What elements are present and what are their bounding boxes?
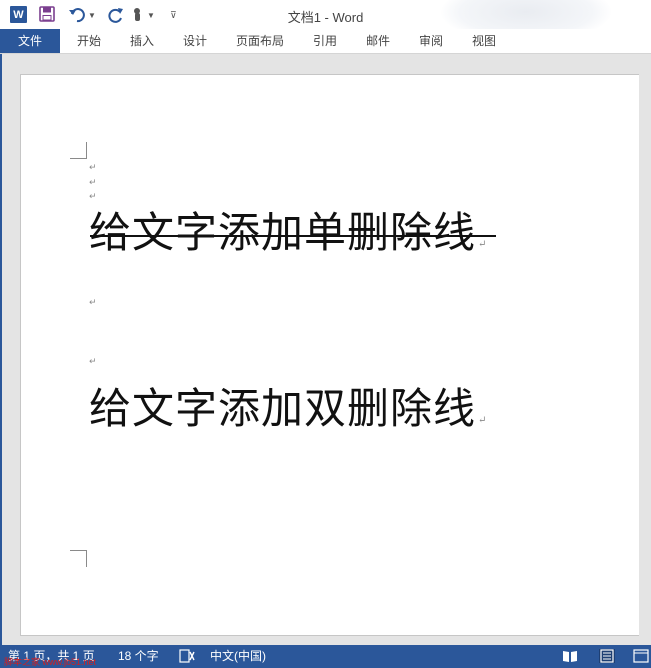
site-watermark: 脚本之家 www.jb51.net [4,657,97,667]
heading-double-text[interactable]: 给文字添加双删除线 [89,384,476,433]
heading-double-strikethrough[interactable]: 给文字添加双删除线 ↵ [89,384,487,446]
tab-file[interactable]: 文件 [0,29,60,53]
tab-page-layout[interactable]: 页面布局 [228,29,292,53]
status-bar: 第 1 页，共 1 页 18 个字 中文(中国) [0,645,651,668]
heading-single-text[interactable]: 给文字添加单删除线 [89,208,476,257]
title-bar: W ▼ ▼ ⊽ 文档1 - Word [0,0,651,29]
paragraph-mark: ↵ [89,162,97,172]
window-title: 文档1 - Word [287,10,364,25]
single-strike-line [90,235,496,237]
paragraph-mark: ↵ [478,415,488,426]
proofing-icon[interactable] [179,649,195,667]
ribbon-tabs: 文件 开始 插入 设计 页面布局 引用 邮件 审阅 视图 [0,29,651,53]
top-left-margin-mark [70,142,87,159]
tab-view[interactable]: 视图 [461,29,507,53]
paragraph-mark: ↵ [89,356,97,366]
paragraph-mark: ↵ [89,191,97,201]
bottom-left-margin-mark [70,550,87,567]
heading-single-strikethrough[interactable]: 给文字添加单删除线 ↵ [89,208,487,270]
paragraph-mark: ↵ [89,297,97,307]
tab-home[interactable]: 开始 [66,29,112,53]
language-status[interactable]: 中文(中国) [210,649,266,664]
read-mode-icon[interactable] [562,649,578,663]
window-left-border [0,54,2,645]
tab-review[interactable]: 审阅 [408,29,454,53]
print-layout-icon[interactable] [599,649,615,663]
tab-mailings[interactable]: 邮件 [355,29,401,53]
document-page[interactable] [20,74,639,636]
paragraph-mark: ↵ [89,177,97,187]
tab-design[interactable]: 设计 [172,29,218,53]
tab-insert[interactable]: 插入 [119,29,165,53]
tab-references[interactable]: 引用 [302,29,348,53]
word-count-status[interactable]: 18 个字 [118,649,159,664]
paragraph-mark: ↵ [478,239,488,250]
web-layout-icon[interactable] [633,649,649,663]
